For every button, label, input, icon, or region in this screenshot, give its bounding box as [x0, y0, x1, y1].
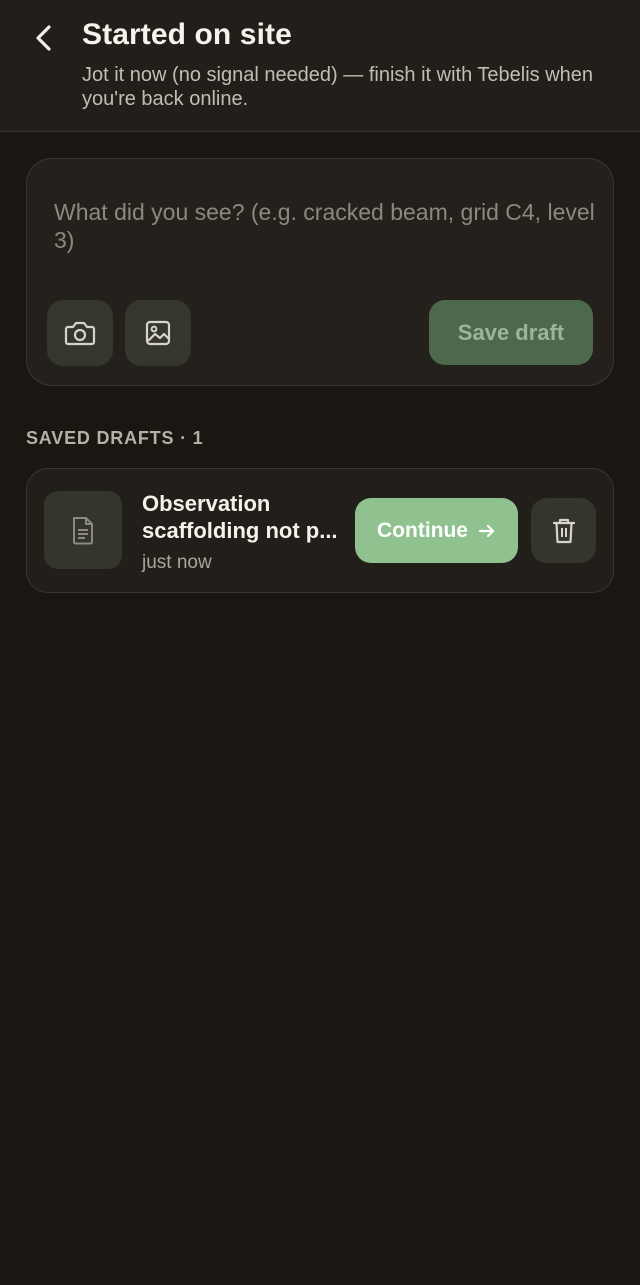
draft-title-line-1: Observation [142, 491, 271, 516]
camera-icon [64, 321, 96, 346]
continue-label: Continue [377, 518, 468, 542]
gallery-button[interactable] [125, 300, 191, 366]
draft-thumbnail [44, 491, 122, 569]
arrow-right-icon [478, 524, 495, 537]
save-draft-button[interactable]: Save draft [429, 300, 593, 365]
continue-button[interactable]: Continue [355, 498, 518, 563]
saved-drafts-heading: SAVED DRAFTS · 1 [26, 428, 204, 448]
camera-button[interactable] [47, 300, 113, 366]
chevron-left-icon [36, 25, 51, 51]
draft-title-line-2: scaffolding not p... [142, 518, 338, 543]
trash-icon [552, 518, 575, 543]
draft-timestamp: just now [142, 552, 212, 573]
app-header: Started on site Jot it now (no signal ne… [0, 0, 640, 132]
observation-input[interactable] [52, 196, 612, 262]
page-subtitle: Jot it now (no signal needed) — finish i… [82, 64, 594, 110]
draft-title[interactable]: Observation scaffolding not p... [142, 490, 342, 544]
back-button[interactable] [26, 20, 62, 56]
page-title: Started on site [82, 18, 292, 51]
image-icon [145, 320, 171, 346]
delete-draft-button[interactable] [531, 498, 596, 563]
document-icon [73, 517, 93, 545]
